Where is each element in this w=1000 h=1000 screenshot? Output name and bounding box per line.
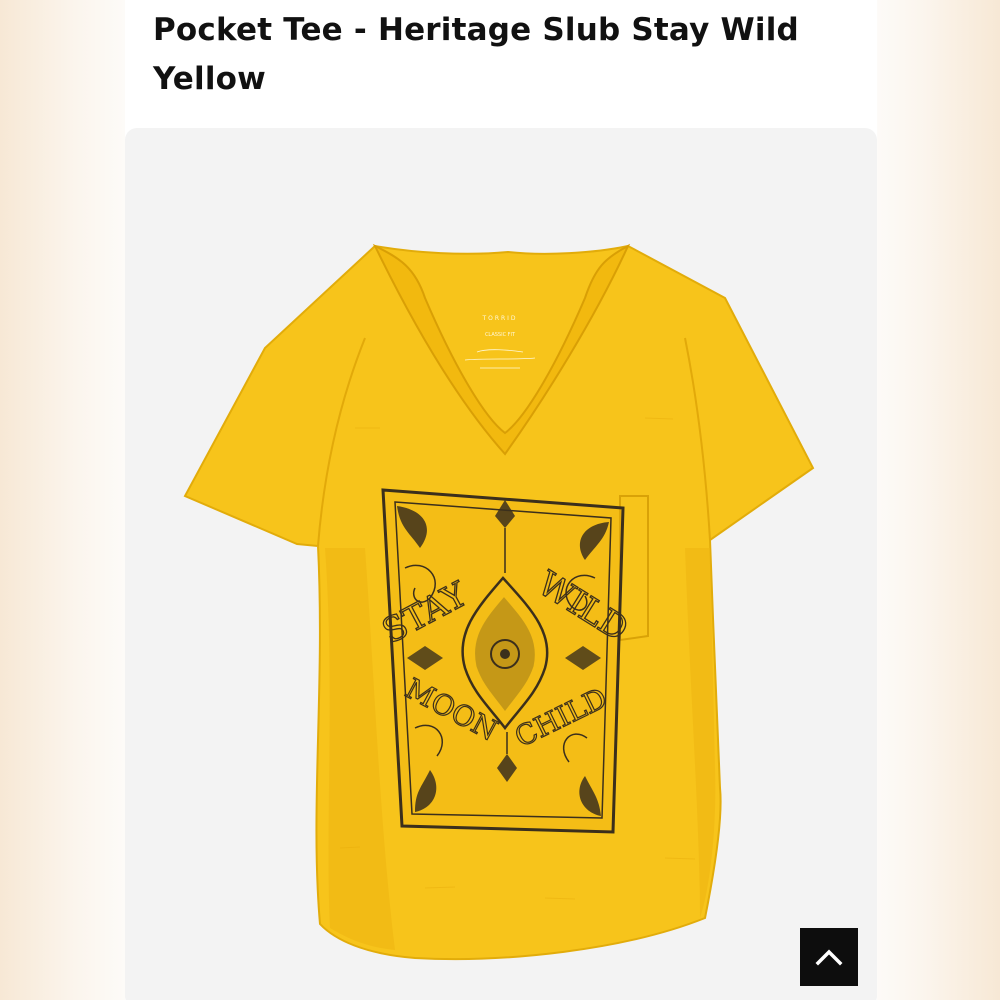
product-title: Pocket Tee - Heritage Slub Stay Wild Yel… [153,12,799,97]
t-shirt-illustration: TORRID CLASSIC FIT STAY WILD MOON CHILD [183,243,815,960]
graphic-print [381,488,625,834]
scroll-to-top-button[interactable] [800,928,858,986]
neck-label-fit: CLASSIC FIT [485,332,516,338]
neck-label-brand: TORRID [481,315,517,322]
product-page: Pocket Tee - Heritage Slub Stay Wild Yel… [0,0,1000,1000]
product-card: Pocket Tee - Heritage Slub Stay Wild Yel… [125,0,877,1000]
product-image[interactable]: TORRID CLASSIC FIT STAY WILD MOON CHILD [125,128,877,1000]
chevron-up-icon [815,949,843,966]
background-left [0,0,125,1000]
background-right [875,0,1000,1000]
